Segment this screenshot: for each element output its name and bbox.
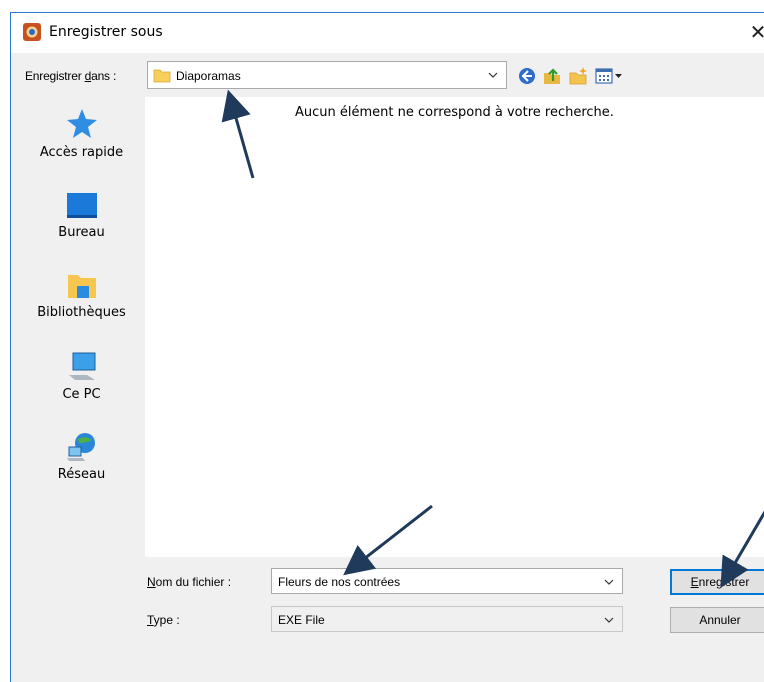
filetype-value: EXE File <box>278 613 325 627</box>
chevron-down-icon <box>488 72 498 78</box>
file-list[interactable]: Aucun élément ne correspond à votre rech… <box>145 97 764 557</box>
desktop-icon <box>66 193 97 218</box>
filetype-label: Type : <box>147 613 180 627</box>
filename-label: Nom du fichier : <box>147 575 232 589</box>
filename-field[interactable]: Fleurs de nos contrées <box>271 568 623 594</box>
cancel-button[interactable]: Annuler <box>670 607 764 633</box>
star-icon <box>66 109 97 138</box>
places-sidebar: Accès rapide Bureau Bibliothèques Ce PC <box>19 97 144 667</box>
save-button[interactable]: Enregistrer <box>670 569 764 595</box>
sidebar-item-label: Ce PC <box>62 387 101 402</box>
chevron-down-icon <box>604 617 614 623</box>
libraries-icon <box>67 275 96 298</box>
chevron-down-icon[interactable] <box>604 577 614 587</box>
filetype-dropdown[interactable]: EXE File <box>271 606 623 632</box>
view-menu-icon[interactable] <box>595 66 625 86</box>
save-in-dropdown[interactable]: Diaporamas <box>147 61 507 89</box>
sidebar-item-quick-access[interactable]: Accès rapide <box>19 107 144 160</box>
title-bar: Enregistrer sous ✕ <box>11 13 764 53</box>
app-icon <box>23 23 41 41</box>
sidebar-item-label: Bibliothèques <box>37 305 126 320</box>
empty-message: Aucun élément ne correspond à votre rech… <box>295 105 614 120</box>
sidebar-item-desktop[interactable]: Bureau <box>19 191 144 240</box>
folder-icon <box>153 69 171 83</box>
save-in-value: Diaporamas <box>176 69 241 83</box>
window-title: Enregistrer sous <box>49 24 163 40</box>
sidebar-item-this-pc[interactable]: Ce PC <box>19 351 144 402</box>
save-in-label: Enregistrer dans : <box>25 69 117 83</box>
sidebar-item-libraries[interactable]: Bibliothèques <box>19 271 144 320</box>
up-folder-icon[interactable] <box>542 66 562 86</box>
sidebar-item-label: Accès rapide <box>39 145 124 160</box>
sidebar-item-network[interactable]: Réseau <box>19 431 144 482</box>
computer-icon <box>68 352 95 380</box>
close-icon[interactable]: ✕ <box>746 19 764 45</box>
network-icon <box>66 433 95 461</box>
sidebar-item-label: Bureau <box>58 225 105 240</box>
filename-value: Fleurs de nos contrées <box>278 575 401 589</box>
back-icon[interactable] <box>517 66 537 86</box>
new-folder-icon[interactable] <box>568 66 588 86</box>
save-as-dialog: Enregistrer sous ✕ Enregistrer dans : Di… <box>10 12 764 682</box>
sidebar-item-label: Réseau <box>57 467 106 482</box>
